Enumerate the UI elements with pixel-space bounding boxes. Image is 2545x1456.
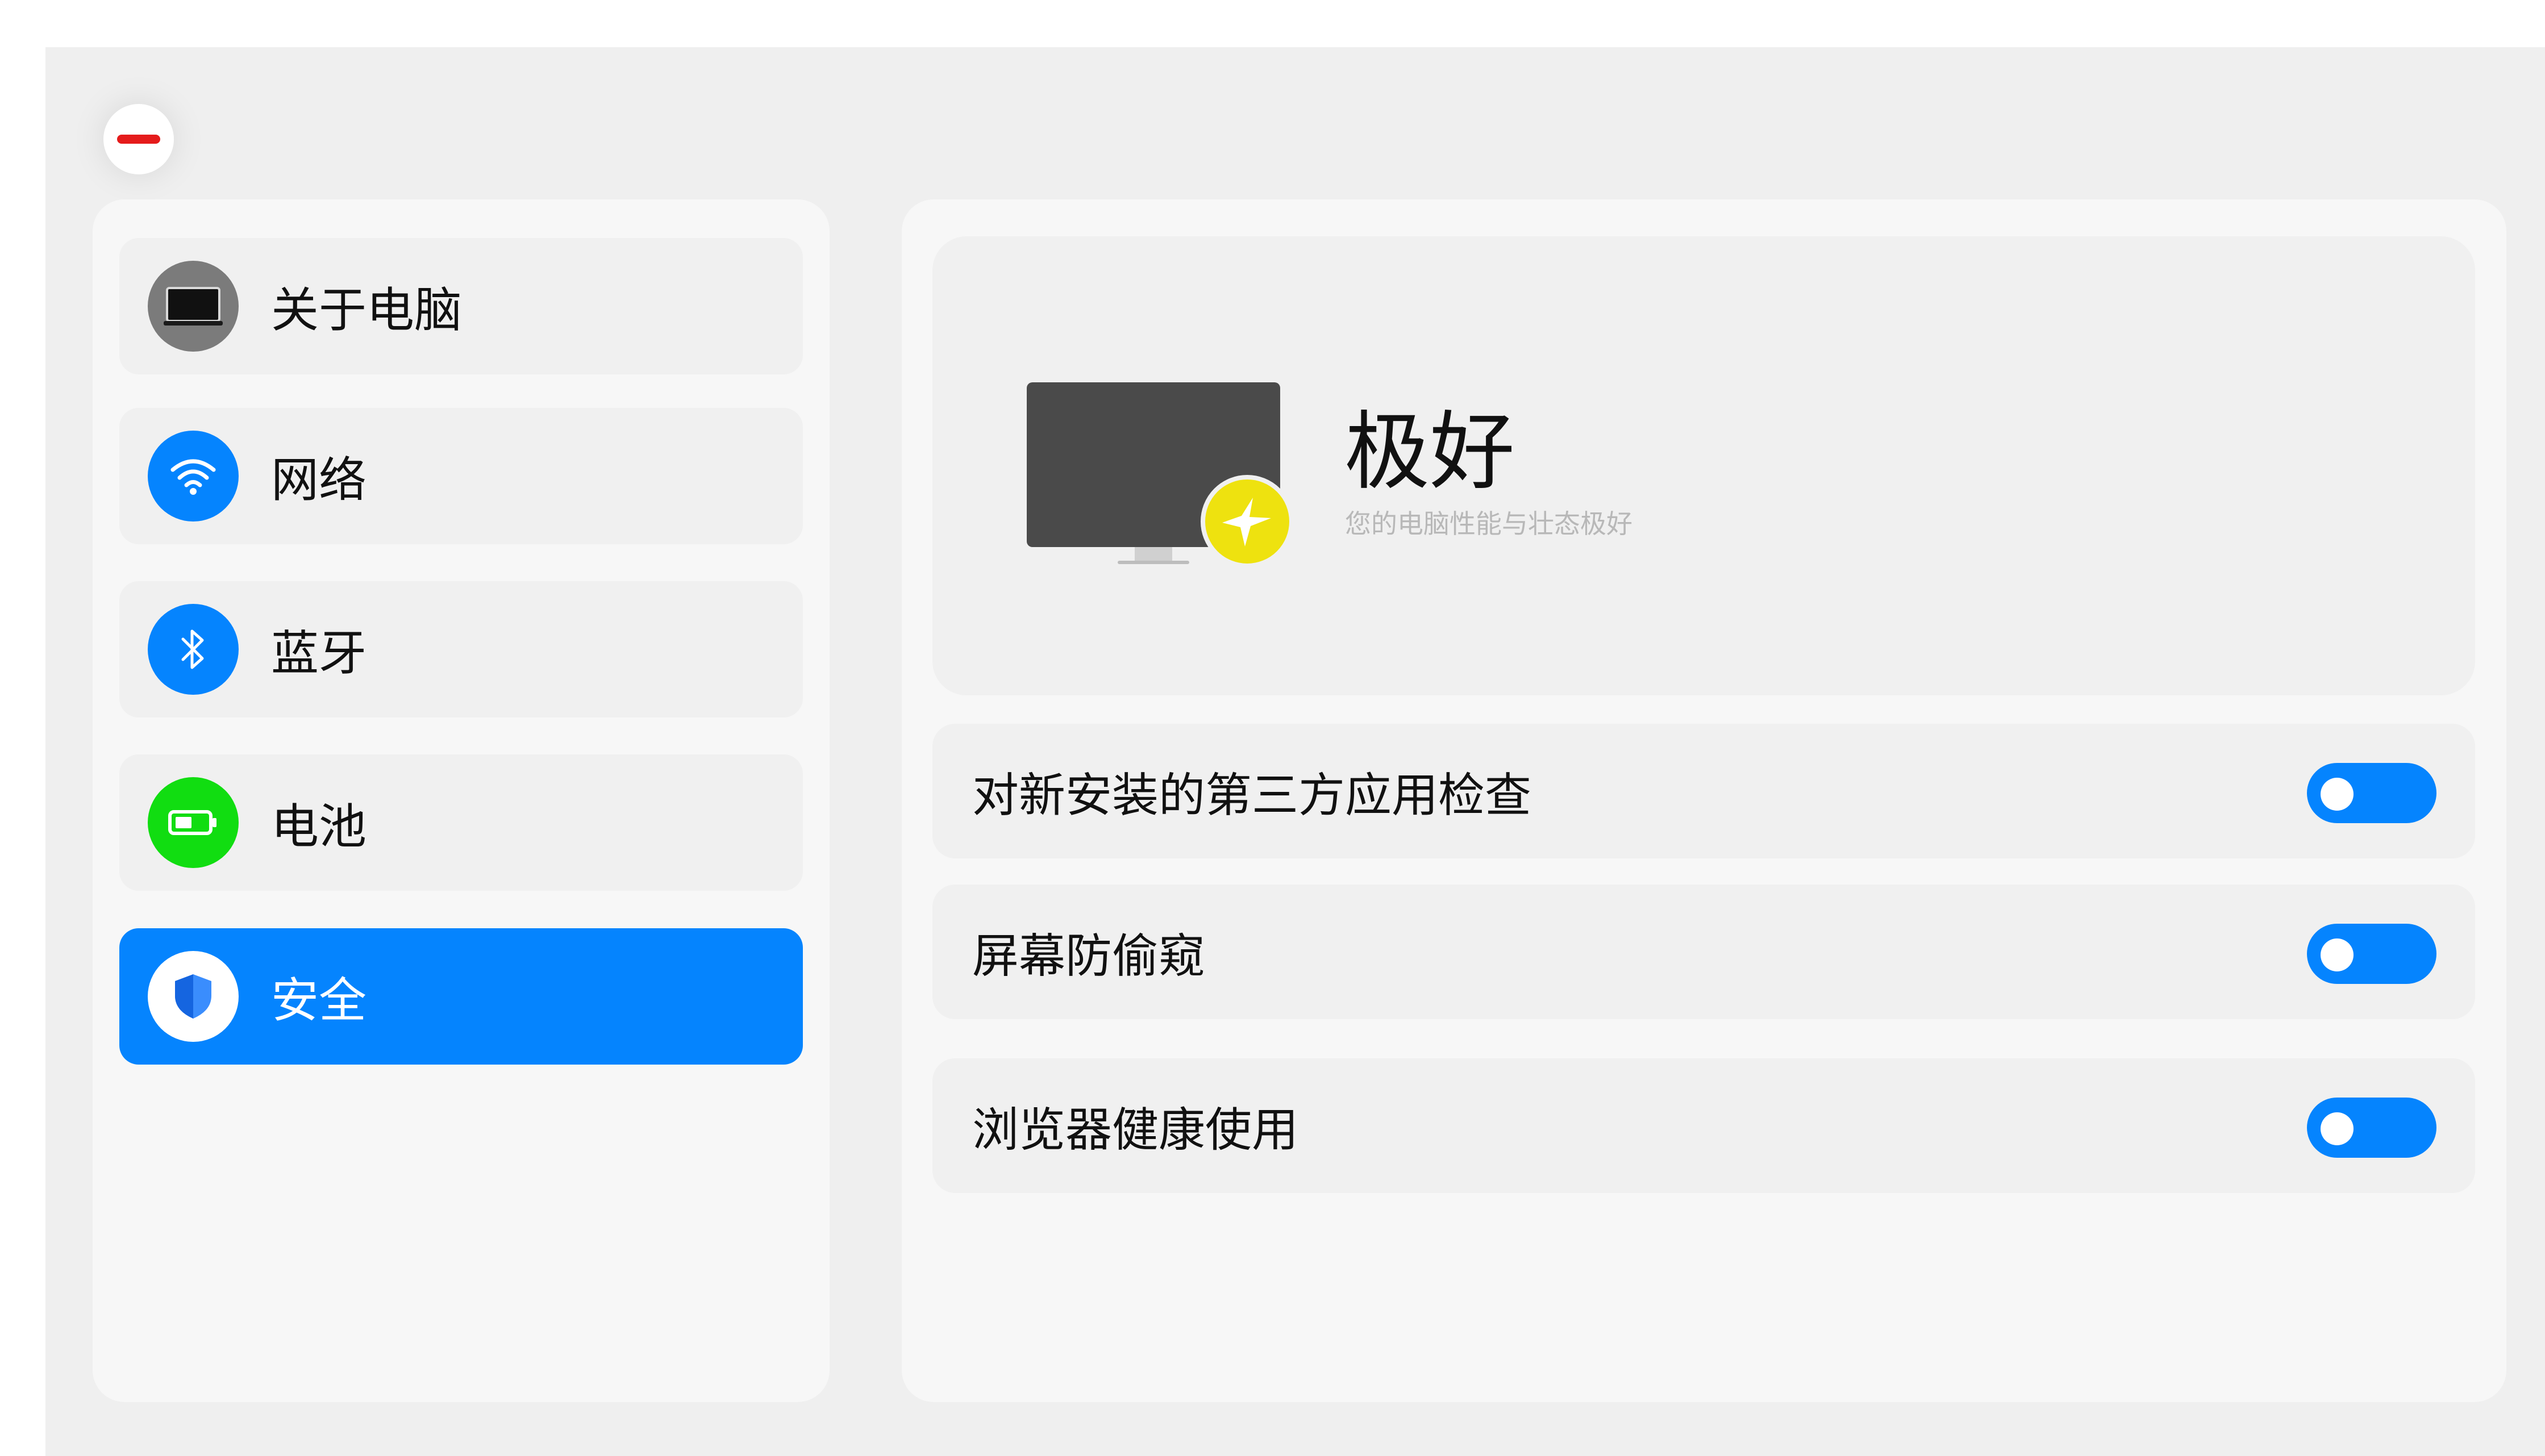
status-card: 极好 您的电脑性能与壮态极好: [932, 236, 2475, 695]
sidebar-item-label: 网络: [271, 452, 367, 508]
sidebar-item-label: 关于电脑: [271, 282, 463, 338]
sidebar-item-bluetooth[interactable]: 蓝牙: [119, 581, 803, 717]
laptop-icon: [148, 261, 239, 352]
setting-label: 浏览器健康使用: [972, 1103, 1299, 1157]
sidebar-item-battery[interactable]: 电池: [119, 754, 803, 891]
sidebar: 关于电脑 网络 蓝牙 电池 安全: [93, 199, 830, 1402]
browser-health-toggle[interactable]: [2307, 1098, 2436, 1158]
setting-row-privacy-screen: 屏幕防偷窥: [932, 885, 2475, 1019]
status-title: 极好: [1344, 403, 1515, 502]
battery-icon: [148, 777, 239, 868]
setting-label: 对新安装的第三方应用检查: [972, 769, 1532, 823]
setting-row-browser-health: 浏览器健康使用: [932, 1058, 2475, 1193]
sidebar-item-network[interactable]: 网络: [119, 408, 803, 544]
third-party-check-toggle[interactable]: [2307, 763, 2436, 823]
toggle-knob: [2321, 1112, 2354, 1145]
sidebar-item-label: 蓝牙: [271, 625, 367, 681]
star-icon: [1201, 475, 1294, 568]
sidebar-item-label: 安全: [271, 972, 367, 1028]
status-subtitle: 您的电脑性能与壮态极好: [1345, 508, 1632, 539]
toggle-knob: [2321, 778, 2354, 811]
settings-window: 关于电脑 网络 蓝牙 电池 安全 极好 您的电脑性能与壮态极好 对新安装的第三方…: [45, 47, 2545, 1456]
sidebar-item-security[interactable]: 安全: [119, 928, 803, 1065]
shield-icon: [148, 951, 239, 1042]
toggle-knob: [2321, 938, 2354, 971]
setting-label: 屏幕防偷窥: [972, 929, 1206, 983]
close-button[interactable]: [103, 104, 174, 174]
bluetooth-icon: [148, 604, 239, 695]
setting-row-third-party-check: 对新安装的第三方应用检查: [932, 724, 2475, 858]
minus-icon: [117, 135, 160, 144]
wifi-icon: [148, 431, 239, 522]
main-panel: 极好 您的电脑性能与壮态极好 对新安装的第三方应用检查 屏幕防偷窥 浏览器健康使…: [902, 199, 2506, 1402]
sidebar-item-about-pc[interactable]: 关于电脑: [119, 238, 803, 374]
privacy-screen-toggle[interactable]: [2307, 924, 2436, 984]
sidebar-item-label: 电池: [271, 798, 367, 854]
